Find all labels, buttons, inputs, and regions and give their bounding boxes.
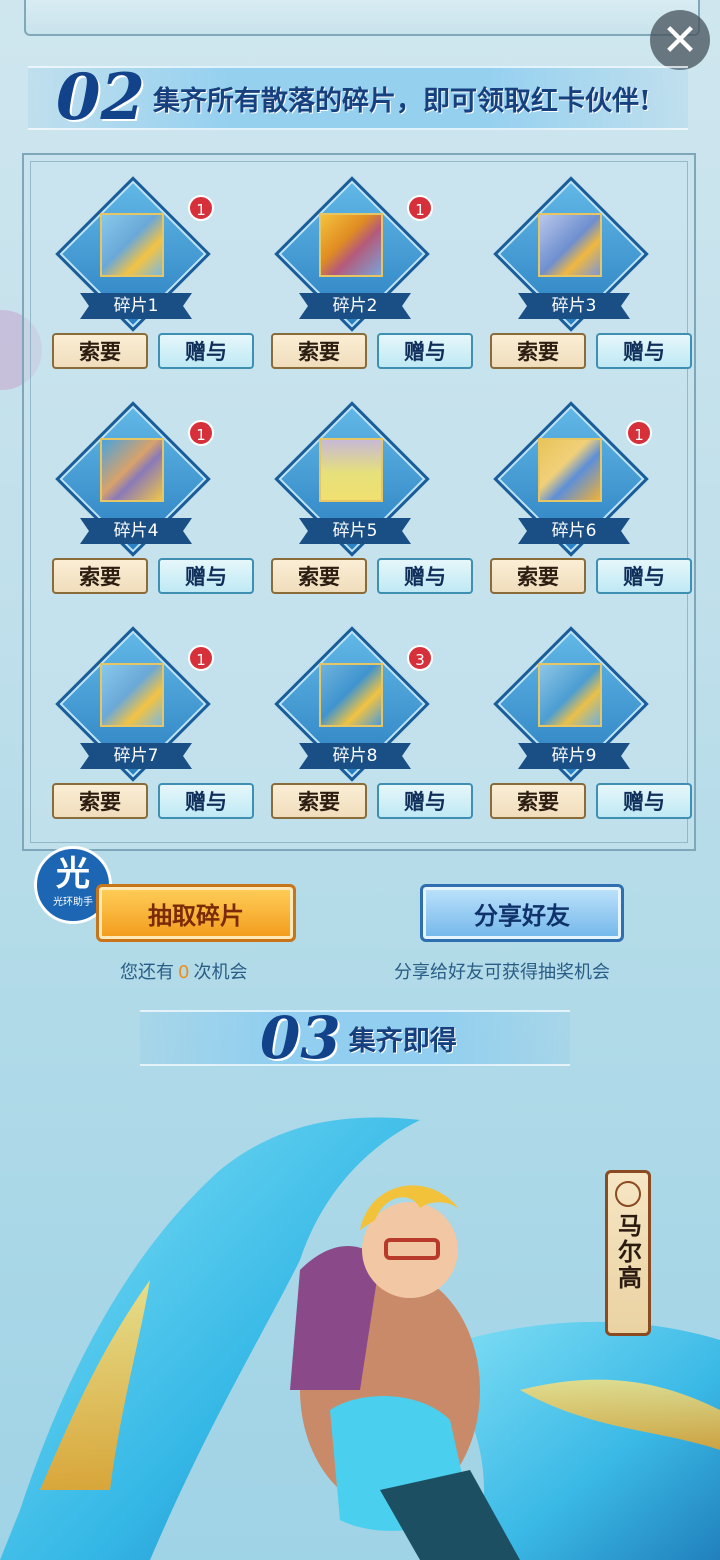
fragment-cell-5: 碎片5 索要 赠与 xyxy=(255,401,473,608)
gift-fragment-button[interactable]: 赠与 xyxy=(596,558,692,594)
fragment-count-badge: 1 xyxy=(188,420,214,446)
request-fragment-button[interactable]: 索要 xyxy=(490,558,586,594)
top-panel-frame xyxy=(24,0,700,36)
chance-prefix: 您还有 xyxy=(120,962,174,983)
request-fragment-button[interactable]: 索要 xyxy=(271,558,367,594)
fragment-label: 碎片9 xyxy=(518,743,630,769)
fragment-cell-8: 碎片8 3 索要 赠与 xyxy=(255,626,473,833)
fragment-label: 碎片6 xyxy=(518,518,630,544)
fragment-cell-2: 碎片2 1 索要 赠与 xyxy=(255,176,473,383)
request-fragment-button[interactable]: 索要 xyxy=(490,783,586,819)
fragment-count-badge: 1 xyxy=(188,195,214,221)
fragment-cell-7: 碎片7 1 索要 赠与 xyxy=(36,626,254,833)
fragment-image[interactable] xyxy=(100,663,164,727)
gift-fragment-button[interactable]: 赠与 xyxy=(158,783,254,819)
gift-fragment-button[interactable]: 赠与 xyxy=(596,333,692,369)
fragment-image[interactable] xyxy=(100,213,164,277)
gift-fragment-button[interactable]: 赠与 xyxy=(158,558,254,594)
fragment-image[interactable] xyxy=(319,213,383,277)
fragment-label: 碎片5 xyxy=(299,518,411,544)
fragment-label: 碎片3 xyxy=(518,293,630,319)
emblem-icon xyxy=(615,1181,641,1207)
fragment-label: 碎片7 xyxy=(80,743,192,769)
fragment-label: 碎片8 xyxy=(299,743,411,769)
close-button[interactable]: ✕ xyxy=(650,10,710,70)
request-fragment-button[interactable]: 索要 xyxy=(52,783,148,819)
fragment-count-badge: 1 xyxy=(626,420,652,446)
fragment-count-badge: 3 xyxy=(407,645,433,671)
gift-fragment-button[interactable]: 赠与 xyxy=(596,783,692,819)
fragment-image[interactable] xyxy=(538,663,602,727)
draw-fragment-button[interactable]: 抽取碎片 xyxy=(96,884,296,942)
fragment-cell-9: 碎片9 索要 赠与 xyxy=(474,626,692,833)
chance-suffix: 次机会 xyxy=(193,962,248,983)
section-03-header: 03 集齐即得 xyxy=(140,1004,570,1072)
fragment-label: 碎片4 xyxy=(80,518,192,544)
request-fragment-button[interactable]: 索要 xyxy=(271,333,367,369)
gift-fragment-button[interactable]: 赠与 xyxy=(377,783,473,819)
section-02-title: 集齐所有散落的碎片，即可领取红卡伙伴! xyxy=(153,85,651,117)
share-hint-text: 分享给好友可获得抽奖机会 xyxy=(394,962,610,983)
fragment-image[interactable] xyxy=(319,663,383,727)
fragment-image[interactable] xyxy=(538,438,602,502)
gift-fragment-button[interactable]: 赠与 xyxy=(158,333,254,369)
fragment-cell-1: 碎片1 1 索要 赠与 xyxy=(36,176,254,383)
gift-fragment-button[interactable]: 赠与 xyxy=(377,558,473,594)
close-icon: ✕ xyxy=(661,14,699,66)
fragment-cell-3: 碎片3 索要 赠与 xyxy=(474,176,692,383)
request-fragment-button[interactable]: 索要 xyxy=(52,558,148,594)
character-name: 马尔高 xyxy=(613,1213,643,1291)
fragment-cell-6: 碎片6 1 索要 赠与 xyxy=(474,401,692,608)
request-fragment-button[interactable]: 索要 xyxy=(271,783,367,819)
fragment-cell-4: 碎片4 1 索要 赠与 xyxy=(36,401,254,608)
fragment-count-badge: 1 xyxy=(407,195,433,221)
gift-fragment-button[interactable]: 赠与 xyxy=(377,333,473,369)
fragment-label: 碎片2 xyxy=(299,293,411,319)
section-03-number: 03 xyxy=(260,1004,341,1072)
fragment-count-badge: 1 xyxy=(188,645,214,671)
chance-count: 0 xyxy=(178,962,190,983)
character-name-tag: 马尔高 xyxy=(605,1170,651,1336)
section-03-title: 集齐即得 xyxy=(348,1025,457,1057)
fragment-image[interactable] xyxy=(100,438,164,502)
section-02-header: 02 集齐所有散落的碎片，即可领取红卡伙伴! xyxy=(28,66,688,130)
fragment-image[interactable] xyxy=(538,213,602,277)
request-fragment-button[interactable]: 索要 xyxy=(52,333,148,369)
share-friend-button[interactable]: 分享好友 xyxy=(420,884,624,942)
request-fragment-button[interactable]: 索要 xyxy=(490,333,586,369)
chance-remaining-text: 您还有 0 次机会 xyxy=(120,958,247,984)
fragment-image[interactable] xyxy=(319,438,383,502)
fragment-label: 碎片1 xyxy=(80,293,192,319)
section-02-number: 02 xyxy=(56,60,146,135)
